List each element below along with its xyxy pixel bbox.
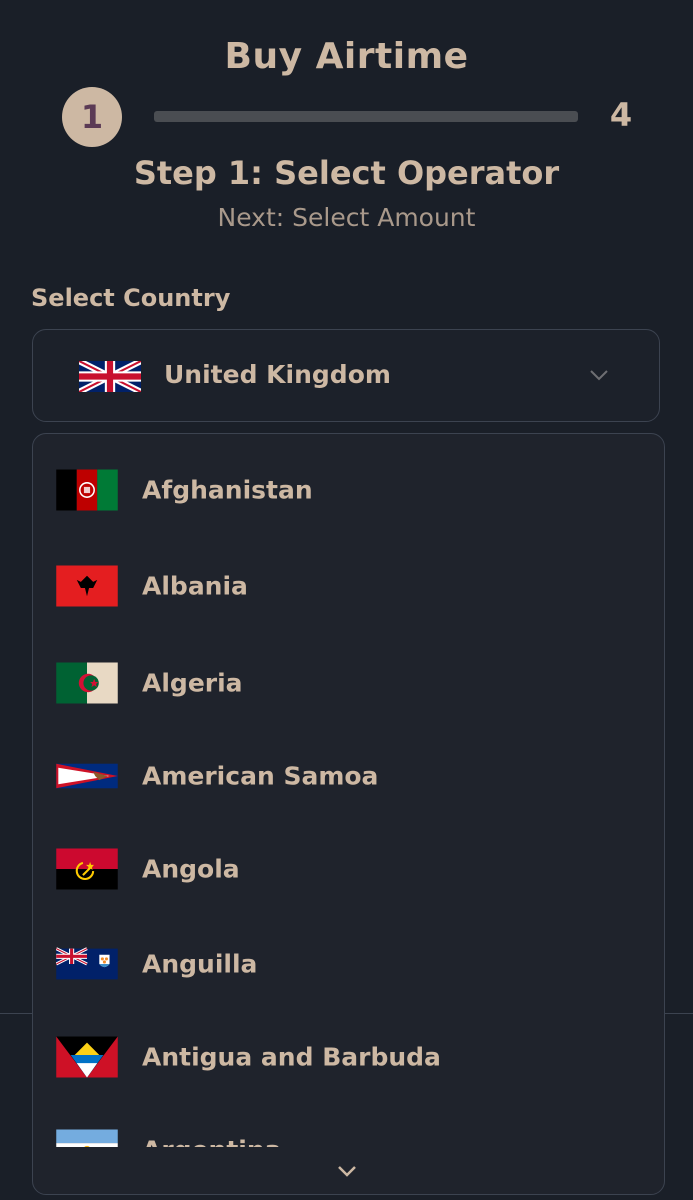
country-option-label: Argentina [142,1136,282,1148]
app-frame: Buy Airtime 1 4 Step 1: Select Operator … [0,0,693,1200]
country-option-albania[interactable]: Albania [33,556,664,616]
country-option-argentina[interactable]: Argentina [33,1120,664,1147]
country-option-afghanistan[interactable]: Afghanistan [33,460,664,520]
page-title: Buy Airtime [224,36,469,77]
anguilla-flag-icon [56,947,118,980]
country-option-anguilla[interactable]: Anguilla [33,934,664,994]
chevron-down-icon [590,370,608,381]
country-option-label: Algeria [142,668,243,698]
country-option-algeria[interactable]: Algeria [33,653,664,713]
country-option-label: Antigua and Barbuda [142,1042,441,1072]
selected-country: United Kingdom [164,360,391,389]
scroll-down-chevron-icon[interactable] [335,1162,359,1180]
country-dropdown[interactable]: Afghanistan Albania Algeria American Sam… [32,433,665,1195]
background-divider-left [0,1013,32,1014]
country-option-label: Afghanistan [142,475,313,505]
albania-flag-icon [56,565,118,607]
country-option-angola[interactable]: Angola [33,839,664,899]
step-title: Step 1: Select Operator [133,154,560,192]
country-option-label: Anguilla [142,949,258,979]
country-option-label: Albania [142,571,248,601]
total-steps-label: 4 [609,96,633,134]
afghanistan-flag-icon [56,469,118,511]
country-option-label: Angola [142,854,240,884]
background-divider-right [665,1013,693,1014]
argentina-flag-icon [56,1129,118,1147]
step-progress-bar [154,111,578,122]
current-step-badge: 1 [62,87,122,147]
american-samoa-flag-icon [56,763,118,789]
angola-flag-icon [56,848,118,890]
algeria-flag-icon [56,662,118,704]
uk-flag-icon [79,361,141,392]
antigua-barbuda-flag-icon [56,1036,118,1078]
country-option-american-samoa[interactable]: American Samoa [33,746,664,806]
country-option-antigua-and-barbuda[interactable]: Antigua and Barbuda [33,1027,664,1087]
next-step-hint: Next: Select Amount [217,203,476,232]
country-select-label: Select Country [31,284,231,312]
country-option-label: American Samoa [142,761,379,791]
country-select[interactable]: United Kingdom [32,329,660,422]
country-list[interactable]: Afghanistan Albania Algeria American Sam… [33,434,664,1147]
